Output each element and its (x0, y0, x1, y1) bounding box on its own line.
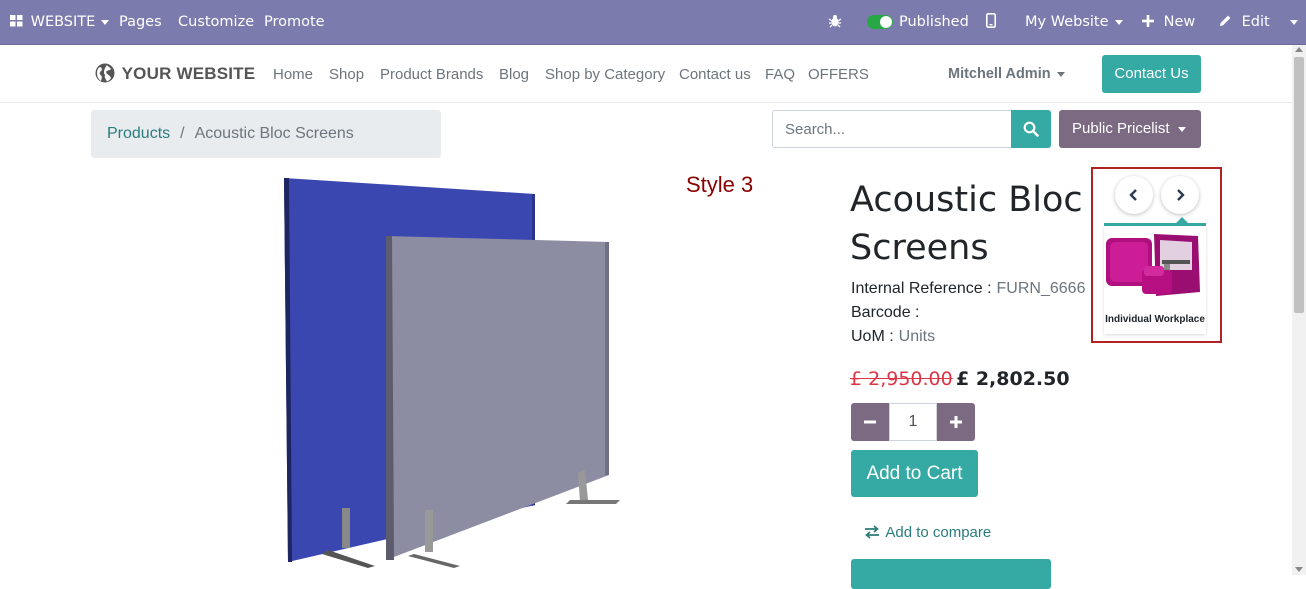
add-to-cart-button[interactable]: Add to Cart (851, 450, 978, 497)
edit-button[interactable]: Edit (1219, 0, 1270, 45)
page-scrollbar[interactable] (1292, 45, 1306, 575)
nav-link-blog[interactable]: Blog (499, 66, 529, 83)
search-button[interactable] (1011, 110, 1051, 148)
barcode-label: Barcode : (851, 304, 920, 321)
alternative-product-image (1106, 234, 1200, 296)
website-apps-label: WEBSITE (30, 14, 96, 30)
barcode: Barcode : (851, 304, 924, 322)
new-button[interactable]: New (1142, 0, 1195, 45)
internal-reference: Internal Reference : FURN_6666 (851, 280, 1085, 298)
carousel-prev-button[interactable] (1115, 176, 1153, 214)
product-title: Acoustic Bloc Screens (850, 180, 1083, 268)
chevron-down-icon (1114, 19, 1123, 25)
quantity-increase-button[interactable] (937, 403, 975, 441)
toggle-switch[interactable] (867, 15, 893, 29)
grid-icon (10, 14, 31, 30)
website-navbar: YOUR WEBSITE Home Shop Product Brands Bl… (0, 45, 1292, 103)
published-label: Published (899, 14, 969, 30)
internal-reference-label: Internal Reference : (851, 280, 992, 297)
product-price: £ 2,802.50 (956, 368, 1070, 390)
style-label: Style 3 (686, 172, 754, 197)
admin-bar: WEBSITE Pages Customize Promote Publishe… (0, 0, 1306, 45)
uom: UoM : Units (851, 328, 935, 346)
nav-link-contact-us[interactable]: Contact us (679, 66, 751, 83)
alternative-product-name: Individual Workplace (1105, 314, 1205, 325)
mobile-preview-button[interactable] (986, 0, 996, 45)
breadcrumb-current: Acoustic Bloc Screens (194, 125, 354, 142)
website-selector[interactable]: My Website (1025, 0, 1123, 45)
globe-icon (95, 63, 122, 83)
add-to-compare-label: Add to compare (885, 524, 992, 541)
exchange-icon (864, 524, 885, 541)
mobile-icon (986, 13, 996, 30)
nav-link-offers[interactable]: OFFERS (808, 66, 869, 83)
pricelist-label: Public Pricelist (1072, 120, 1170, 137)
carousel-next-button[interactable] (1161, 176, 1199, 214)
uom-label: UoM : (851, 328, 894, 345)
contact-us-button[interactable]: Contact Us (1102, 55, 1201, 93)
edit-label: Edit (1241, 14, 1270, 30)
pencil-icon (1219, 14, 1242, 30)
new-label: New (1163, 14, 1196, 30)
chevron-down-icon (1290, 19, 1298, 25)
bug-icon (828, 14, 842, 30)
plus-icon (1142, 14, 1164, 30)
quantity-input[interactable] (889, 403, 937, 441)
site-logo[interactable]: YOUR WEBSITE (95, 63, 255, 84)
search-input[interactable] (772, 110, 1011, 148)
uom-value: Units (898, 328, 936, 345)
edit-dropdown-toggle[interactable] (1284, 0, 1298, 45)
breadcrumb-products-link[interactable]: Products (107, 125, 170, 142)
scroll-down-arrow-icon[interactable] (1295, 567, 1303, 572)
user-name: Mitchell Admin (948, 66, 1051, 82)
published-toggle[interactable]: Published (867, 0, 969, 45)
user-menu[interactable]: Mitchell Admin (948, 66, 1065, 82)
site-logo-text: YOUR WEBSITE (121, 64, 256, 83)
nav-link-home[interactable]: Home (273, 66, 313, 83)
website-apps-menu[interactable]: WEBSITE (10, 0, 110, 45)
buy-now-button[interactable] (851, 559, 1051, 589)
add-to-compare-link[interactable]: Add to compare (864, 524, 991, 541)
nav-link-shop[interactable]: Shop (329, 66, 364, 83)
chevron-down-icon (101, 19, 110, 25)
scroll-up-arrow-icon[interactable] (1295, 47, 1303, 52)
chevron-down-icon (1056, 71, 1065, 77)
product-image[interactable] (270, 170, 630, 579)
debug-button[interactable] (828, 0, 842, 45)
scrollbar-thumb[interactable] (1294, 57, 1304, 313)
nav-link-shop-by-category[interactable]: Shop by Category (545, 66, 665, 83)
breadcrumb-separator: / (180, 125, 185, 142)
admin-menu-pages[interactable]: Pages (119, 0, 162, 45)
internal-reference-value: FURN_6666 (996, 280, 1086, 297)
quantity-decrease-button[interactable] (851, 403, 889, 441)
breadcrumb: Products / Acoustic Bloc Screens (91, 110, 441, 158)
admin-menu-customize[interactable]: Customize (178, 0, 254, 45)
old-price: £ 2,950.00 (850, 368, 953, 390)
nav-link-product-brands[interactable]: Product Brands (380, 66, 483, 83)
website-selector-label: My Website (1025, 14, 1109, 30)
chevron-down-icon (1177, 126, 1186, 132)
admin-menu-promote[interactable]: Promote (264, 0, 325, 45)
nav-link-faq[interactable]: FAQ (765, 66, 795, 83)
pricelist-dropdown[interactable]: Public Pricelist (1059, 110, 1201, 148)
